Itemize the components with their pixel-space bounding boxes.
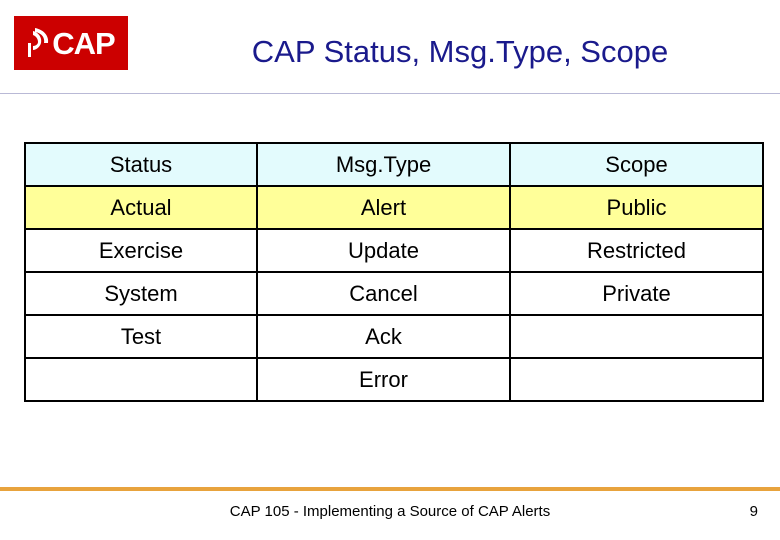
cap-values-table: Status Msg.Type Scope Actual Alert Publi… bbox=[24, 142, 764, 402]
slide-header: CAP CAP Status, Msg.Type, Scope bbox=[0, 0, 780, 94]
cell-status-empty-1 bbox=[24, 357, 258, 402]
cap-logo: CAP bbox=[14, 16, 128, 70]
cell-msgtype-cancel: Cancel bbox=[256, 271, 511, 316]
footer-text: CAP 105 - Implementing a Source of CAP A… bbox=[229, 503, 551, 520]
cell-msgtype-alert: Alert bbox=[256, 185, 511, 230]
table-header-row: Status Msg.Type Scope bbox=[24, 142, 764, 187]
table-row: System Cancel Private bbox=[24, 271, 764, 316]
column-header-scope: Scope bbox=[509, 142, 764, 187]
cell-msgtype-ack: Ack bbox=[256, 314, 511, 359]
cell-status-test: Test bbox=[24, 314, 258, 359]
signal-wave-icon bbox=[27, 28, 49, 58]
header-divider bbox=[0, 93, 780, 94]
footer-divider bbox=[0, 487, 780, 491]
cell-msgtype-update: Update bbox=[256, 228, 511, 273]
page-title: CAP Status, Msg.Type, Scope bbox=[251, 34, 669, 69]
cell-status-actual: Actual bbox=[24, 185, 258, 230]
cell-scope-restricted: Restricted bbox=[509, 228, 764, 273]
cell-scope-empty-2 bbox=[509, 357, 764, 402]
table-row: Actual Alert Public bbox=[24, 185, 764, 230]
cell-scope-private: Private bbox=[509, 271, 764, 316]
table-row: Exercise Update Restricted bbox=[24, 228, 764, 273]
cap-logo-text: CAP bbox=[52, 25, 115, 61]
cell-scope-public: Public bbox=[509, 185, 764, 230]
cell-msgtype-error: Error bbox=[256, 357, 511, 402]
cell-status-exercise: Exercise bbox=[24, 228, 258, 273]
table-row: Error bbox=[24, 357, 764, 402]
table-row: Test Ack bbox=[24, 314, 764, 359]
page-number: 9 bbox=[749, 503, 758, 520]
column-header-msgtype: Msg.Type bbox=[256, 142, 511, 187]
column-header-status: Status bbox=[24, 142, 258, 187]
cell-scope-empty-1 bbox=[509, 314, 764, 359]
cell-status-system: System bbox=[24, 271, 258, 316]
